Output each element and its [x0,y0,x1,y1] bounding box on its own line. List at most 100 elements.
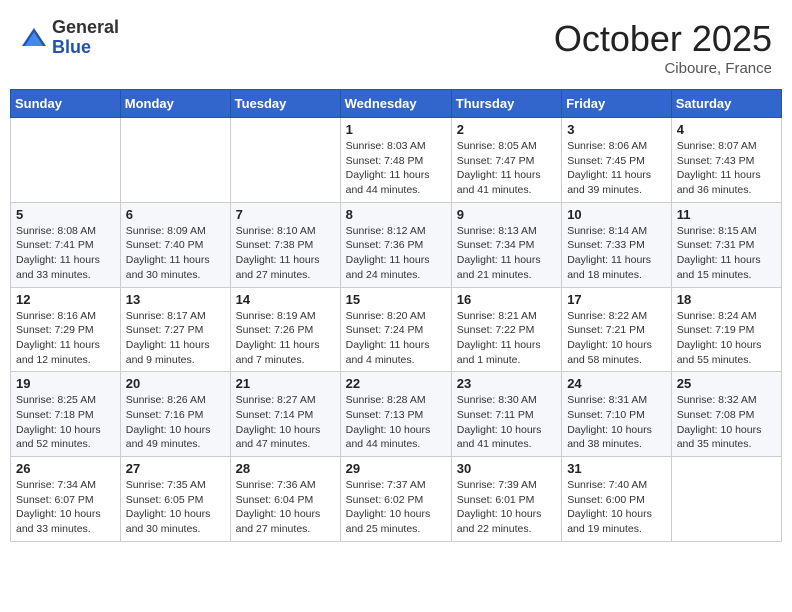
day-number: 11 [677,207,776,222]
calendar-cell: 30 Sunrise: 7:39 AM Sunset: 6:01 PM Dayli… [451,457,561,542]
weekday-header-saturday: Saturday [671,90,781,118]
day-info: Sunrise: 8:06 AM Sunset: 7:45 PM Dayligh… [567,139,666,198]
day-number: 1 [346,122,446,137]
day-number: 17 [567,292,666,307]
calendar-cell: 15Sunrise: 8:20 AM Sunset: 7:24 PM Dayli… [340,287,451,372]
calendar-week-row: 26 Sunrise: 7:34 AM Sunset: 6:07 PM Dayli… [11,457,782,542]
calendar-cell: 23 Sunrise: 8:30 AM Sunset: 7:11 PM Dayli… [451,372,561,457]
day-number: 25 [677,376,776,391]
day-number: 9 [457,207,556,222]
calendar-cell: 9Sunrise: 8:13 AM Sunset: 7:34 PM Daylig… [451,202,561,287]
calendar-cell: 5 Sunrise: 8:08 AM Sunset: 7:41 PM Daylig… [11,202,121,287]
calendar-cell: 24 Sunrise: 8:31 AM Sunset: 7:10 PM Dayli… [562,372,672,457]
calendar-week-row: 5 Sunrise: 8:08 AM Sunset: 7:41 PM Daylig… [11,202,782,287]
calendar-cell: 19 Sunrise: 8:25 AM Sunset: 7:18 PM Dayli… [11,372,121,457]
weekday-header-sunday: Sunday [11,90,121,118]
calendar-header-row: SundayMondayTuesdayWednesdayThursdayFrid… [11,90,782,118]
calendar-cell: 28 Sunrise: 7:36 AM Sunset: 6:04 PM Dayli… [230,457,340,542]
location: Ciboure, France [554,60,772,77]
day-info: Sunrise: 8:05 AM Sunset: 7:47 PM Dayligh… [457,139,556,198]
day-number: 14 [236,292,335,307]
day-info: Sunrise: 8:30 AM Sunset: 7:11 PM Dayligh… [457,393,556,452]
day-info: Sunrise: 8:28 AM Sunset: 7:13 PM Dayligh… [346,393,446,452]
calendar-week-row: 1 Sunrise: 8:03 AM Sunset: 7:48 PM Daylig… [11,118,782,203]
calendar-cell: 26 Sunrise: 7:34 AM Sunset: 6:07 PM Dayli… [11,457,121,542]
day-info: Sunrise: 8:17 AM Sunset: 7:27 PM Dayligh… [126,309,225,368]
day-number: 12 [16,292,115,307]
calendar-cell [11,118,121,203]
logo-blue-text: Blue [52,38,119,58]
day-info: Sunrise: 8:32 AM Sunset: 7:08 PM Dayligh… [677,393,776,452]
day-number: 3 [567,122,666,137]
day-info: Sunrise: 8:15 AM Sunset: 7:31 PM Dayligh… [677,224,776,283]
calendar-table: SundayMondayTuesdayWednesdayThursdayFrid… [10,89,782,542]
day-info: Sunrise: 8:20 AM Sunset: 7:24 PM Dayligh… [346,309,446,368]
calendar-cell: 6 Sunrise: 8:09 AM Sunset: 7:40 PM Daylig… [120,202,230,287]
day-number: 20 [126,376,225,391]
day-number: 18 [677,292,776,307]
day-number: 6 [126,207,225,222]
calendar-cell: 2Sunrise: 8:05 AM Sunset: 7:47 PM Daylig… [451,118,561,203]
day-info: Sunrise: 8:25 AM Sunset: 7:18 PM Dayligh… [16,393,115,452]
calendar-cell: 7Sunrise: 8:10 AM Sunset: 7:38 PM Daylig… [230,202,340,287]
day-info: Sunrise: 8:24 AM Sunset: 7:19 PM Dayligh… [677,309,776,368]
weekday-header-tuesday: Tuesday [230,90,340,118]
day-number: 30 [457,461,556,476]
day-number: 22 [346,376,446,391]
day-number: 24 [567,376,666,391]
day-info: Sunrise: 8:14 AM Sunset: 7:33 PM Dayligh… [567,224,666,283]
calendar-cell: 20Sunrise: 8:26 AM Sunset: 7:16 PM Dayli… [120,372,230,457]
calendar-cell: 18 Sunrise: 8:24 AM Sunset: 7:19 PM Dayli… [671,287,781,372]
calendar-cell: 31 Sunrise: 7:40 AM Sunset: 6:00 PM Dayli… [562,457,672,542]
day-number: 26 [16,461,115,476]
calendar-week-row: 19 Sunrise: 8:25 AM Sunset: 7:18 PM Dayli… [11,372,782,457]
weekday-header-thursday: Thursday [451,90,561,118]
day-number: 28 [236,461,335,476]
calendar-cell: 16 Sunrise: 8:21 AM Sunset: 7:22 PM Dayli… [451,287,561,372]
day-number: 19 [16,376,115,391]
day-info: Sunrise: 7:36 AM Sunset: 6:04 PM Dayligh… [236,478,335,537]
day-number: 27 [126,461,225,476]
day-info: Sunrise: 8:21 AM Sunset: 7:22 PM Dayligh… [457,309,556,368]
day-info: Sunrise: 8:31 AM Sunset: 7:10 PM Dayligh… [567,393,666,452]
day-info: Sunrise: 7:39 AM Sunset: 6:01 PM Dayligh… [457,478,556,537]
calendar-cell: 22 Sunrise: 8:28 AM Sunset: 7:13 PM Dayli… [340,372,451,457]
day-info: Sunrise: 8:03 AM Sunset: 7:48 PM Dayligh… [346,139,446,198]
day-info: Sunrise: 8:08 AM Sunset: 7:41 PM Dayligh… [16,224,115,283]
day-number: 5 [16,207,115,222]
day-info: Sunrise: 8:09 AM Sunset: 7:40 PM Dayligh… [126,224,225,283]
weekday-header-friday: Friday [562,90,672,118]
calendar-cell: 25 Sunrise: 8:32 AM Sunset: 7:08 PM Dayli… [671,372,781,457]
day-number: 23 [457,376,556,391]
calendar-cell: 21Sunrise: 8:27 AM Sunset: 7:14 PM Dayli… [230,372,340,457]
day-number: 16 [457,292,556,307]
calendar-cell: 27Sunrise: 7:35 AM Sunset: 6:05 PM Dayli… [120,457,230,542]
month-title: October 2025 [554,18,772,60]
day-number: 10 [567,207,666,222]
weekday-header-wednesday: Wednesday [340,90,451,118]
day-number: 31 [567,461,666,476]
calendar-cell: 17 Sunrise: 8:22 AM Sunset: 7:21 PM Dayli… [562,287,672,372]
day-info: Sunrise: 8:12 AM Sunset: 7:36 PM Dayligh… [346,224,446,283]
day-info: Sunrise: 7:37 AM Sunset: 6:02 PM Dayligh… [346,478,446,537]
calendar-cell: 8Sunrise: 8:12 AM Sunset: 7:36 PM Daylig… [340,202,451,287]
calendar-cell: 4Sunrise: 8:07 AM Sunset: 7:43 PM Daylig… [671,118,781,203]
day-number: 13 [126,292,225,307]
calendar-cell: 3 Sunrise: 8:06 AM Sunset: 7:45 PM Daylig… [562,118,672,203]
weekday-header-monday: Monday [120,90,230,118]
calendar-cell: 10 Sunrise: 8:14 AM Sunset: 7:33 PM Dayli… [562,202,672,287]
calendar-cell: 1 Sunrise: 8:03 AM Sunset: 7:48 PM Daylig… [340,118,451,203]
logo-icon [20,24,48,52]
day-info: Sunrise: 7:34 AM Sunset: 6:07 PM Dayligh… [16,478,115,537]
day-info: Sunrise: 8:22 AM Sunset: 7:21 PM Dayligh… [567,309,666,368]
calendar-cell: 12Sunrise: 8:16 AM Sunset: 7:29 PM Dayli… [11,287,121,372]
day-info: Sunrise: 8:10 AM Sunset: 7:38 PM Dayligh… [236,224,335,283]
title-area: October 2025 Ciboure, France [554,18,772,77]
day-number: 4 [677,122,776,137]
logo: General Blue [20,18,119,58]
day-info: Sunrise: 7:40 AM Sunset: 6:00 PM Dayligh… [567,478,666,537]
day-info: Sunrise: 8:19 AM Sunset: 7:26 PM Dayligh… [236,309,335,368]
calendar-cell: 13 Sunrise: 8:17 AM Sunset: 7:27 PM Dayli… [120,287,230,372]
page-header: General Blue October 2025 Ciboure, Franc… [10,10,782,81]
calendar-cell: 29Sunrise: 7:37 AM Sunset: 6:02 PM Dayli… [340,457,451,542]
